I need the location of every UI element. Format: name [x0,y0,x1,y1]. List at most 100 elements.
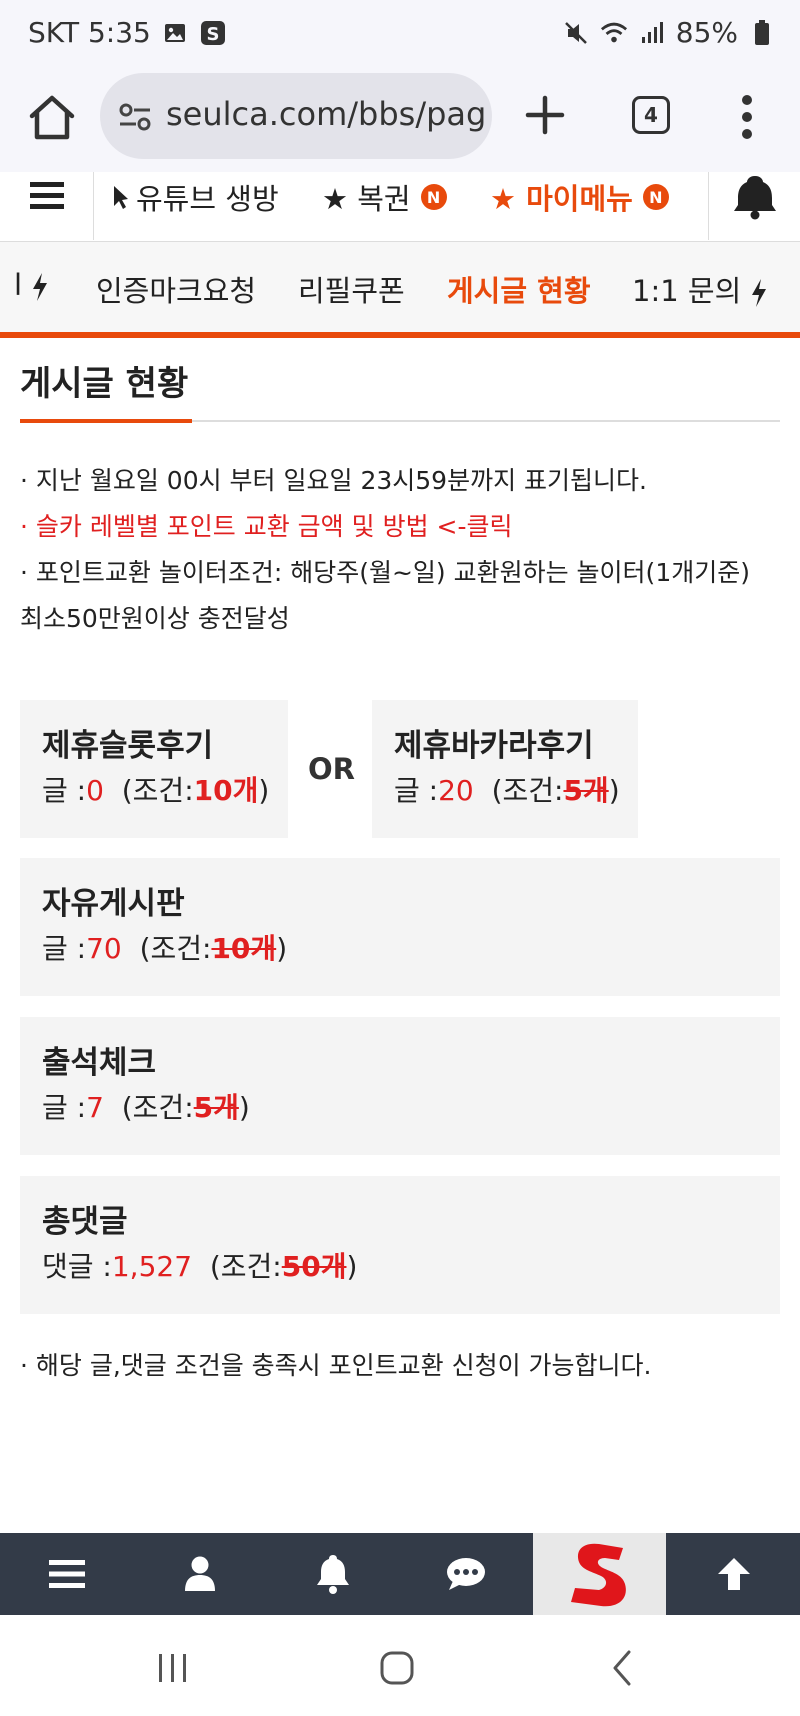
status-bar: SKT 5:35 S 85% [0,0,800,70]
condition-value: 5개 [193,1091,239,1124]
recent-apps-icon [159,1654,186,1682]
bell-icon [316,1555,349,1594]
condition-prefix: (조건: [121,1091,194,1124]
wifi-icon [600,19,628,47]
condition-value: 10개 [211,932,277,965]
bottom-notifications-button[interactable] [266,1533,399,1615]
condition-value: 5개 [563,774,609,807]
bottom-menu-button[interactable] [0,1533,133,1615]
back-chevron-icon [613,1650,631,1686]
box-count-line: 글 :20 (조건:5개) [394,768,620,814]
bottom-chat-button[interactable] [399,1533,532,1615]
stat-box-total-comments: 총댓글 댓글 :1,527 (조건:50개) [20,1176,780,1314]
cursor-icon [114,186,128,209]
bottom-logo-button[interactable] [533,1533,666,1615]
menu-youtube-live[interactable]: 유튜브 생방 [112,176,279,218]
menu-youtube-live-label: 유튜브 생방 [136,182,279,216]
url-text: seulca.com/bbs/pag [166,95,487,133]
site-settings-icon[interactable] [118,101,152,133]
more-options-button[interactable] [740,92,754,142]
condition-prefix: (조건: [209,1250,282,1283]
post-count: 7 [86,1091,104,1124]
condition-suffix: ) [258,774,270,807]
home-button[interactable] [26,92,78,144]
comment-count: 1,527 [111,1250,193,1283]
title-accent-line [20,419,192,423]
circle-home-icon [380,1651,414,1685]
scroll-to-top-button[interactable] [667,1533,800,1615]
plus-icon [525,95,565,135]
box-title: 제휴바카라후기 [394,728,594,764]
browser-toolbar: seulca.com/bbs/pag 4 [0,70,800,172]
tab-cert-mark-request[interactable]: 인증마크요청 [96,268,256,310]
android-navigation-bar [0,1615,800,1716]
image-icon [161,19,189,47]
android-back-button[interactable] [592,1643,652,1693]
tab-post-status[interactable]: 게시글 현황 [447,268,591,310]
condition-suffix: ) [608,774,620,807]
chat-icon [446,1558,485,1590]
box-count-line: 글 :7 (조건:5개) [42,1085,758,1131]
menu-lottery-label: ★ 복권 [322,182,411,216]
lightning-icon [752,279,767,307]
menu-lottery[interactable]: ★ 복권 N [322,176,447,218]
tab-partial-left-label: l [14,268,23,302]
page-title: 게시글 현황 [20,364,189,404]
condition-suffix: ) [346,1250,358,1283]
new-badge: N [642,184,669,210]
notice-level-link[interactable]: · 슬카 레벨별 포인트 교환 금액 및 방법 <-클릭 [20,504,780,550]
home-icon [29,95,75,140]
stat-box-free-board: 자유게시판 글 :70 (조건:10개) [20,858,780,996]
menu-my-menu[interactable]: ★ 마이메뉴 N [490,176,669,218]
post-count: 0 [86,774,104,807]
or-label: OR [308,752,355,786]
tab-partial-left[interactable]: l [14,268,49,302]
stat-box-baccarat-review: 제휴바카라후기 글 :20 (조건:5개) [372,700,638,838]
tab-inquiry-label: 1:1 문의 [632,274,742,308]
lightning-icon [33,273,48,301]
address-bar[interactable]: seulca.com/bbs/pag [100,73,492,159]
android-home-button[interactable] [367,1643,427,1693]
stat-box-attendance: 출석체크 글 :7 (조건:5개) [20,1017,780,1155]
tab-refill-coupon[interactable]: 리필쿠폰 [298,268,405,310]
box-title: 자유게시판 [42,886,185,922]
notice-list: · 지난 월요일 00시 부터 일요일 23시59분까지 표기됩니다. · 슬카… [20,458,780,642]
tab-switcher-button[interactable]: 4 [632,96,670,134]
post-count-label: 글 : [394,774,439,807]
condition-suffix: ) [238,1091,250,1124]
condition-prefix: (조건: [139,932,212,965]
box-title: 출석체크 [42,1045,157,1081]
exchange-eligibility-note: · 해당 글,댓글 조건을 충족시 포인트교환 신청이 가능합니다. [20,1351,652,1380]
box-count-line: 글 :0 (조건:10개) [42,768,270,814]
box-title: 총댓글 [42,1204,128,1240]
condition-value: 10개 [193,774,259,807]
bottom-site-nav [0,1533,800,1615]
bottom-profile-button[interactable] [133,1533,266,1615]
condition-value: 50개 [281,1250,347,1283]
arrow-up-icon [717,1558,750,1590]
recent-apps-button[interactable] [143,1643,203,1693]
site-logo-icon [570,1543,626,1607]
condition-prefix: (조건: [491,774,564,807]
sub-tab-bar: l 인증마크요청 리필쿠폰 게시글 현황 1:1 문의 [0,242,800,338]
condition-prefix: (조건: [121,774,194,807]
hamburger-icon [30,182,64,187]
battery-icon [748,19,776,47]
notifications-button[interactable] [708,172,800,240]
comment-count-label: 댓글 : [42,1250,112,1283]
post-count: 70 [86,932,122,965]
menu-my-menu-label: ★ 마이메뉴 [490,182,633,216]
new-badge: N [420,184,447,210]
site-menu-button[interactable] [0,172,94,240]
box-count-line: 글 :70 (조건:10개) [42,926,758,972]
more-vertical-icon [742,95,752,139]
signal-icon [638,19,666,47]
post-count-label: 글 : [42,1091,87,1124]
status-right: 85% [562,16,776,49]
tab-inquiry[interactable]: 1:1 문의 [632,268,768,310]
condition-suffix: ) [276,932,288,965]
battery-percent: 85% [675,16,738,49]
box-title: 제휴슬롯후기 [42,728,214,764]
s-app-icon: S [199,19,227,47]
new-tab-button[interactable] [520,90,570,140]
